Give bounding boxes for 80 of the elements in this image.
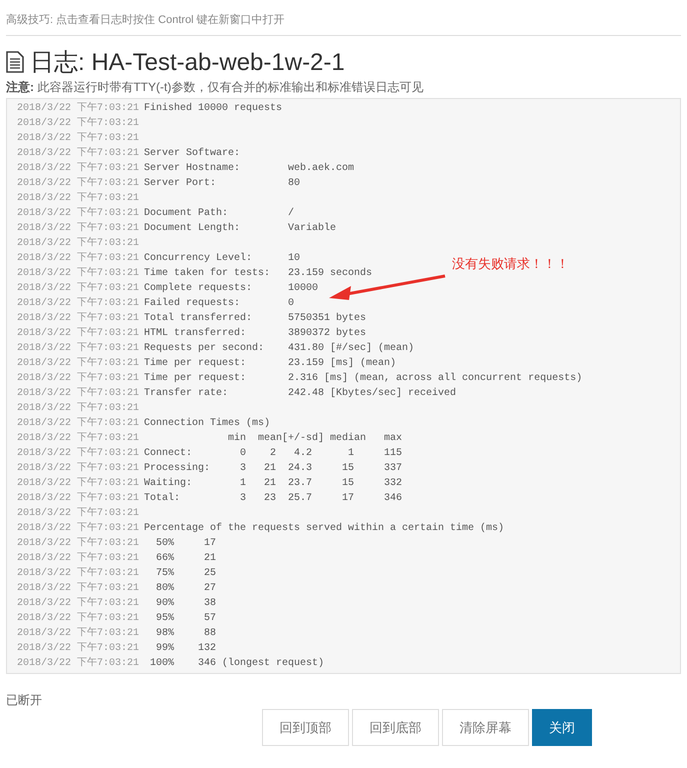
log-message: Requests per second: 431.80 [#/sec] (mean) xyxy=(144,342,414,356)
log-message: Connection Times (ms) xyxy=(144,416,270,431)
log-timestamp: 2018/3/22 下午7:03:21 xyxy=(17,566,140,581)
log-message: Server Software: xyxy=(144,146,240,161)
log-message: Time per request: 2.316 [ms] (mean, across all concurrent requests) xyxy=(144,372,582,386)
document-icon xyxy=(6,51,24,73)
log-timestamp: 2018/3/22 下午7:03:21 xyxy=(17,491,140,506)
log-timestamp: 2018/3/22 下午7:03:21 xyxy=(17,401,140,416)
log-timestamp: 2018/3/22 下午7:03:21 xyxy=(17,446,140,461)
log-message: 75% 25 xyxy=(155,567,216,581)
log-timestamp: 2018/3/22 下午7:03:21 xyxy=(17,431,140,446)
action-button[interactable]: 关闭 xyxy=(532,709,592,746)
log-timestamp: 2018/3/22 下午7:03:21 xyxy=(17,581,140,596)
log-message: 99% 132 xyxy=(155,642,216,656)
log-timestamp: 2018/3/22 下午7:03:21 xyxy=(17,311,140,326)
log-timestamp: 2018/3/22 下午7:03:21 xyxy=(17,161,140,176)
log-timestamp: 2018/3/22 下午7:03:21 xyxy=(17,221,140,236)
log-timestamp: 2018/3/22 下午7:03:21 xyxy=(17,611,140,626)
log-timestamp: 2018/3/22 下午7:03:21 xyxy=(17,551,140,566)
log-timestamp: 2018/3/22 下午7:03:21 xyxy=(17,206,140,221)
log-timestamp: 2018/3/22 下午7:03:21 xyxy=(17,266,140,281)
log-message: Document Path: / xyxy=(144,206,294,221)
log-timestamp: 2018/3/22 下午7:03:21 xyxy=(17,176,140,191)
log-message: Total transferred: 5750351 bytes xyxy=(144,312,366,326)
log-timestamp: 2018/3/22 下午7:03:21 xyxy=(17,356,140,371)
action-button[interactable]: 回到顶部 xyxy=(262,709,349,746)
log-message: HTML transferred: 3890372 bytes xyxy=(144,326,366,341)
note-text: 注意: 此容器运行时带有TTY(-t)参数，仅有合并的标准输出和标准错误日志可见 xyxy=(6,79,424,96)
annotation-text: 没有失败请求！！！ xyxy=(452,255,569,273)
log-message: 80% 27 xyxy=(155,582,216,596)
log-message: Time per request: 23.159 [ms] (mean) xyxy=(144,356,396,371)
log-message: Server Hostname: web.aek.com xyxy=(144,162,354,176)
log-timestamp: 2018/3/22 下午7:03:21 xyxy=(17,101,140,116)
log-message: Total: 3 23 25.7 17 346 xyxy=(144,492,402,506)
log-timestamp: 2018/3/22 下午7:03:21 xyxy=(17,521,140,536)
action-button[interactable]: 回到底部 xyxy=(352,709,439,746)
log-message: Finished 10000 requests xyxy=(144,102,282,116)
log-message: 90% 38 xyxy=(155,597,216,611)
log-message: 98% 88 xyxy=(155,627,216,641)
log-message: Processing: 3 21 24.3 15 337 xyxy=(144,462,402,476)
log-timestamp: 2018/3/22 下午7:03:21 xyxy=(17,626,140,641)
log-timestamp: 2018/3/22 下午7:03:21 xyxy=(17,191,140,206)
log-message: Failed requests: 0 xyxy=(144,296,294,311)
log-message: 100% 346 (longest request) xyxy=(149,656,324,671)
log-timestamp: 2018/3/22 下午7:03:21 xyxy=(17,341,140,356)
log-message: 66% 21 xyxy=(155,552,216,566)
log-timestamp: 2018/3/22 下午7:03:21 xyxy=(17,131,140,146)
log-message: Connect: 0 2 4.2 1 115 xyxy=(144,447,402,461)
log-message: min mean[+/-sd] median max xyxy=(227,432,402,446)
log-timestamp: 2018/3/22 下午7:03:21 xyxy=(17,476,140,491)
log-timestamp: 2018/3/22 下午7:03:21 xyxy=(17,641,140,656)
log-timestamp: 2018/3/22 下午7:03:21 xyxy=(17,656,140,671)
log-message: Document Length: Variable xyxy=(144,222,336,236)
log-timestamp: 2018/3/22 下午7:03:21 xyxy=(17,281,140,296)
log-timestamp: 2018/3/22 下午7:03:21 xyxy=(17,536,140,551)
log-message: Percentage of the requests served within a certain time (ms) xyxy=(144,522,504,536)
log-timestamp: 2018/3/22 下午7:03:21 xyxy=(17,596,140,611)
log-timestamp: 2018/3/22 下午7:03:21 xyxy=(17,326,140,341)
tip-text: 高级技巧: 点击查看日志时按住 Control 键在新窗口中打开 xyxy=(6,12,681,36)
log-timestamp: 2018/3/22 下午7:03:21 xyxy=(17,236,140,251)
log-message: 95% 57 xyxy=(155,612,216,626)
log-message: Waiting: 1 21 23.7 15 332 xyxy=(144,476,402,491)
log-timestamp: 2018/3/22 下午7:03:21 xyxy=(17,371,140,386)
log-timestamp: 2018/3/22 下午7:03:21 xyxy=(17,416,140,431)
log-timestamp: 2018/3/22 下午7:03:21 xyxy=(17,146,140,161)
status-text: 已断开 xyxy=(6,692,43,709)
action-button[interactable]: 清除屏幕 xyxy=(442,709,529,746)
log-timestamp: 2018/3/22 下午7:03:21 xyxy=(17,296,140,311)
log-timestamp: 2018/3/22 下午7:03:21 xyxy=(17,506,140,521)
log-message: Concurrency Level: 10 xyxy=(144,252,300,266)
log-message: Server Port: 80 xyxy=(144,177,300,191)
log-timestamp: 2018/3/22 下午7:03:21 xyxy=(17,386,140,401)
log-timestamp: 2018/3/22 下午7:03:21 xyxy=(17,116,140,131)
log-title: 日志: HA-Test-ab-web-1w-2-1 xyxy=(30,48,345,78)
log-message: 50% 17 xyxy=(155,537,216,551)
log-message: Time taken for tests: 23.159 seconds xyxy=(144,266,372,281)
log-timestamp: 2018/3/22 下午7:03:21 xyxy=(17,461,140,476)
log-message: Transfer rate: 242.48 [Kbytes/sec] received xyxy=(144,386,456,401)
log-timestamp: 2018/3/22 下午7:03:21 xyxy=(17,251,140,266)
log-message: Complete requests: 10000 xyxy=(144,282,318,296)
